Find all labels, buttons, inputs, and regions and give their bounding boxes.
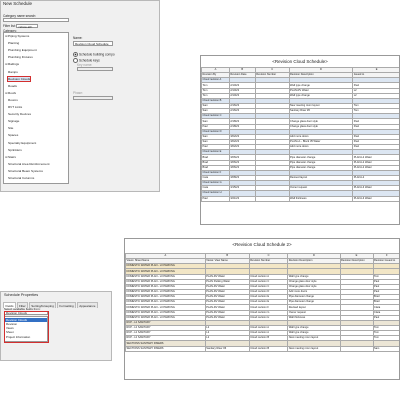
category-item-label: Security Devices [8,112,32,117]
category-item-label: Revision Clouds [8,76,31,81]
category-item-label: Stairs [8,154,16,159]
radio-building-label: Schedule building compo [79,52,115,57]
new-schedule-dialog: New Schedule Category name search: Filte… [0,0,160,192]
category-item-label: Plumbing Fixtures [8,55,33,60]
category-item[interactable]: Rooms [8,98,18,102]
radio-keys-label: Schedule keys [79,58,100,63]
category-item-label: Roads [8,83,17,88]
table-cell [254,195,290,202]
table-cell: Wall thickness [288,195,354,202]
category-item-label: Piping Systems [8,34,30,38]
category-tree[interactable]: ⊞Piping Systems Planting Plumbing Equipmen… [3,32,69,184]
category-item-label: Signage [8,119,20,124]
category-item[interactable]: ⊞Piping Systems [5,34,29,38]
key-name-input[interactable] [77,67,113,71]
name-label: Name: [73,36,83,40]
schedule1-table: A B C D E Revision By Revision Date Revision Nu… [201,66,399,202]
category-item[interactable]: Revision Clouds [6,75,32,82]
dialog-title: New Schedule [3,1,33,6]
category-item-label: RVT Links [8,105,23,109]
table-row: Brad 3/06/23 Pipe diameter change PLAN-L2 W… [201,164,399,171]
category-item[interactable]: Plumbing Equipment [8,48,37,52]
category-item-label: Structural Area Reinforcement [8,161,50,166]
category-item-label: Rooms [8,97,18,102]
table-cell: Cloud revision B [248,345,289,352]
schedule-name-input[interactable]: Revision Cloud Schedule [73,41,113,46]
phase-select[interactable] [73,96,113,100]
category-search-input[interactable] [3,18,69,22]
filter-list-label: Filter list: [3,24,16,28]
category-item[interactable]: ⊞Railings [5,62,19,66]
highlight-box [3,310,49,343]
category-item-label: Roofs [8,90,17,95]
category-item-label: Sprinklers [8,147,22,152]
category-item-label: Structural Columns [8,176,35,180]
category-item[interactable]: Site [8,126,13,130]
category-item[interactable]: Roads [8,84,17,88]
category-item-label: Plumbing Equipment [8,48,37,53]
revision-cloud-schedule-sheet: <Revision Cloud Schedule> A B C D E Revision … [200,55,400,225]
phase-label: Phase: [73,91,83,95]
category-item-label: Site [8,126,14,131]
table-cell: PLAN-L3 Water [352,195,399,202]
schedule-properties-dialog: Schedule Properties Fields Filter Sorting/… [0,291,112,361]
category-item-label: Specialty Equipment [8,140,37,145]
category-item-label: Structural Beam Systems [8,168,43,173]
category-item[interactable]: Plumbing Fixtures [8,55,33,59]
table-row: Brad 3/06/23 Pipe diameter change PLAN-L2 W… [201,159,399,166]
category-item-label: Planting [8,41,20,46]
category-item[interactable]: Spaces [8,133,18,137]
category-item[interactable]: Specialty Equipment [8,141,36,145]
table-cell: Sam [372,345,399,352]
radio-schedule-building-components[interactable]: Schedule building compo [73,52,115,57]
schedule1-title: <Revision Cloud Schedule> [272,59,328,64]
filter-list-select[interactable]: <show all> [16,23,38,28]
category-item[interactable]: Planting [8,41,19,45]
schedule2-title: <Revision Cloud Schedule 2> [232,242,292,247]
table-cell: Paul [201,195,230,202]
category-item-label: Railings [8,62,20,67]
category-item[interactable]: Structural Beam Systems [8,169,43,173]
category-item[interactable]: Signage [8,119,19,123]
category-item[interactable]: Structural Area Reinforcement [8,162,49,166]
category-item[interactable]: RVT Links [8,105,22,109]
revision-cloud-schedule-2-sheet: <Revision Cloud Schedule 2> A B C D E F Views:… [124,238,400,380]
table-cell: New meeting room layout [287,345,341,352]
table-row: Paul 3/21/23 Wall thickness PLAN-L3 Water [201,195,399,202]
category-item[interactable]: Structural Columns [8,176,34,180]
category-item[interactable]: Security Devices [8,112,31,116]
category-item[interactable]: ⊞Stairs [5,155,16,159]
table-row: Brad 3/06/23 Pipe diameter change PLAN-L2 W… [201,154,399,161]
table-row: Cara 3/15/23 Owner request PLAN-L3 Water [201,185,399,192]
schedule2-table: A B C D E F Views: Sheet Name Views: View Name R… [125,252,399,352]
table-cell: Sanitary Riser #6 [204,345,250,352]
table-cell: SECTIONS SANITARY RISERS [125,345,206,352]
category-item-label: Spaces [8,133,19,138]
table-cell [339,345,374,352]
table-row: SECTIONS SANITARY RISERS Sanitary Riser #… [125,345,399,352]
tab-formatting[interactable]: Formatting [56,302,77,309]
properties-title: Schedule Properties [4,293,39,297]
radio-selected-icon [73,52,78,57]
category-item-label: Ramps [8,69,18,74]
category-item[interactable]: ⊞Roofs [5,91,16,95]
category-item[interactable]: Sprinklers [8,148,22,152]
category-item[interactable]: Ramps [8,70,18,74]
tab-appearance[interactable]: Appearance [76,302,98,309]
table-cell: 3/21/23 [228,195,256,202]
